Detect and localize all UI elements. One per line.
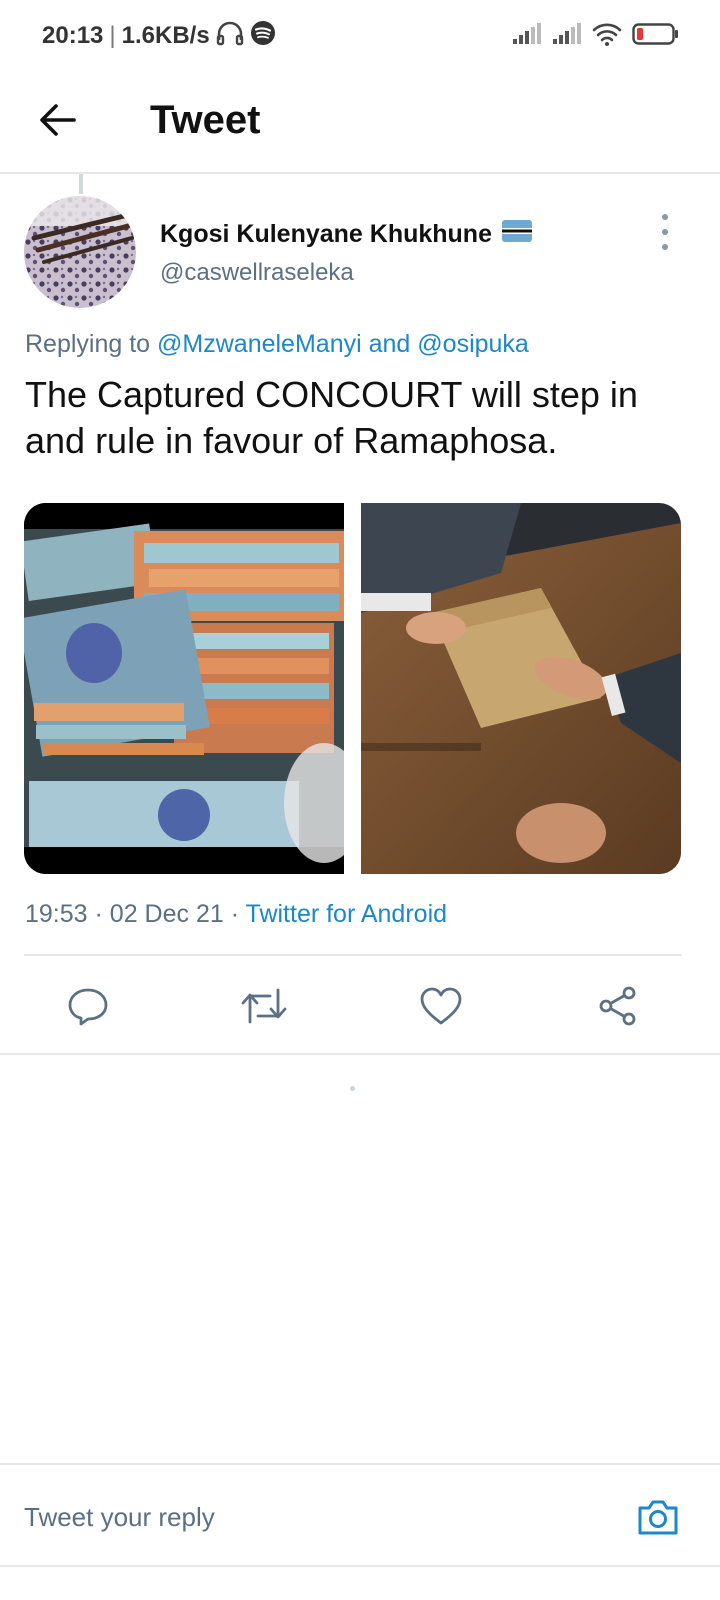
tweet-source-link[interactable]: Twitter for Android — [246, 900, 447, 928]
reply-input[interactable] — [24, 1495, 584, 1539]
replying-to-line: Replying to @MzwaneleManyi and @osipuka — [25, 326, 529, 362]
reply-composer-bar — [0, 1463, 720, 1567]
author-name[interactable]: Kgosi Kulenyane Khukhune — [160, 214, 532, 254]
camera-button[interactable] — [634, 1493, 682, 1541]
spotify-icon — [250, 20, 276, 53]
divider — [24, 954, 682, 956]
more-dot-icon — [662, 244, 668, 250]
tweet-time: 19:53 — [25, 900, 88, 928]
battery-icon — [632, 22, 680, 51]
divider — [0, 1053, 720, 1055]
tweet-text: The Captured CONCOURT will step in and r… — [25, 374, 638, 461]
replying-prefix: Replying to — [25, 330, 151, 358]
retweet-button[interactable] — [238, 980, 290, 1032]
author-handle[interactable]: @caswellraseleka — [160, 256, 354, 290]
tweet-media-grid — [24, 503, 682, 874]
avatar[interactable] — [24, 196, 136, 308]
status-bar: 20:13 | 1.6KB/s — [0, 0, 720, 70]
tweet-actions-bar — [0, 960, 720, 1052]
reply-and-text: and — [368, 330, 411, 358]
back-arrow-icon — [40, 104, 76, 136]
status-right — [512, 18, 680, 54]
headphones-icon — [216, 20, 244, 53]
network-speed: 1.6KB/s — [121, 22, 210, 49]
meta-dot: · — [230, 900, 240, 928]
tweet-meta: 19:53 · 02 Dec 21 · Twitter for Android — [25, 896, 447, 932]
meta-dot: · — [94, 900, 103, 928]
reply-button[interactable] — [62, 980, 114, 1032]
share-icon — [599, 986, 636, 1026]
app-header: Tweet — [0, 70, 720, 174]
signal-icon — [552, 22, 582, 50]
camera-icon — [638, 1500, 678, 1535]
page-title: Tweet — [150, 98, 261, 142]
thread-connector-line — [79, 174, 83, 194]
more-options-button[interactable] — [650, 214, 680, 250]
reply-mention-link[interactable]: @osipuka — [417, 330, 529, 358]
tweet-detail-screen: 20:13 | 1.6KB/s Tweet Kgosi Kulenyane Kh… — [0, 0, 720, 1600]
status-separator: | — [109, 22, 116, 49]
status-time: 20:13 — [42, 22, 104, 49]
more-dot-icon — [662, 214, 668, 220]
media-photo-banknotes[interactable] — [24, 503, 344, 874]
author-display-name: Kgosi Kulenyane Khukhune — [160, 219, 492, 248]
status-left: 20:13 | 1.6KB/s — [42, 20, 276, 52]
loading-indicator — [350, 1086, 355, 1091]
reply-icon — [68, 988, 108, 1026]
back-button[interactable] — [30, 92, 86, 148]
retweet-icon — [241, 988, 287, 1024]
more-dot-icon — [662, 229, 668, 235]
signal-icon — [512, 22, 542, 50]
wifi-icon — [592, 22, 622, 51]
botswana-flag-icon — [501, 219, 532, 249]
tweet-date: 02 Dec 21 — [109, 900, 224, 928]
reply-mention-link[interactable]: @MzwaneleManyi — [157, 330, 362, 358]
like-button[interactable] — [415, 980, 467, 1032]
share-button[interactable] — [592, 980, 644, 1032]
like-icon — [420, 987, 462, 1025]
media-photo-envelope[interactable] — [361, 503, 681, 874]
